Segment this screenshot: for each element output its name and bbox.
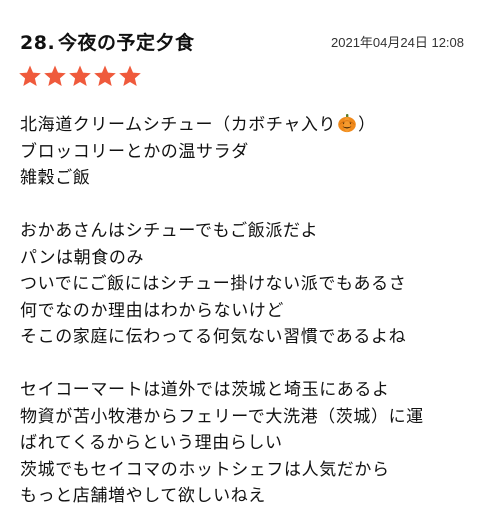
star-icon [119, 65, 141, 86]
body-line: そこの家庭に伝わってる何気ない習慣であるよね [20, 327, 407, 347]
body-line: 茨城でもセイコマのホットシェフは人気だから [20, 459, 390, 480]
star-icon [94, 65, 116, 86]
body-line: パンは朝食のみ [20, 247, 145, 268]
body-line: 物資が苫小牧港からフェリーで大洗港（茨城）に運 [20, 406, 424, 427]
review-header: 28. 今夜の予定夕食 2021年04月24日 12:08 [20, 30, 464, 56]
body-line: 北海道クリームシチュー（カボチャ入り ） [20, 112, 470, 139]
star-icon [44, 65, 66, 86]
review-number: 28. [20, 32, 56, 54]
body-blank-line [20, 351, 470, 378]
body-line: ついでにご飯にはシチュー掛けない派でもあるさ [20, 274, 407, 294]
star-rating [18, 64, 142, 88]
body-text-segment: ） [358, 115, 376, 135]
pumpkin-icon [338, 114, 356, 133]
body-line: おかあさんはシチューでもご飯派だよ [20, 221, 319, 241]
body-line: 雑穀ご飯 [20, 168, 91, 188]
review-timestamp: 2021年04月24日 12:08 [331, 35, 464, 50]
body-text-segment: 北海道クリームシチュー（カボチャ入り [20, 115, 337, 135]
star-icon [69, 65, 91, 86]
star-icon [19, 65, 41, 86]
body-line: ばれてくるからという理由らしい [20, 433, 283, 453]
body-line: ブロッコリーとかの温サラダ [20, 141, 249, 162]
body-line: 何でなのか理由はわからないけど [20, 300, 284, 321]
body-line: もっと店舗増やして欲しいねえ [20, 486, 266, 506]
body-line: セイコーマートは道外では茨城と埼玉にあるよ [20, 380, 390, 400]
review-body: 北海道クリームシチュー（カボチャ入り ） ブロッコリーとかの温サラダ 雑穀ご飯 … [20, 112, 470, 510]
review-title: 今夜の予定夕食 [58, 32, 195, 54]
body-blank-line [20, 192, 470, 219]
review-entry: 28. 今夜の予定夕食 2021年04月24日 12:08 北海道クリームシチュ… [0, 0, 480, 506]
